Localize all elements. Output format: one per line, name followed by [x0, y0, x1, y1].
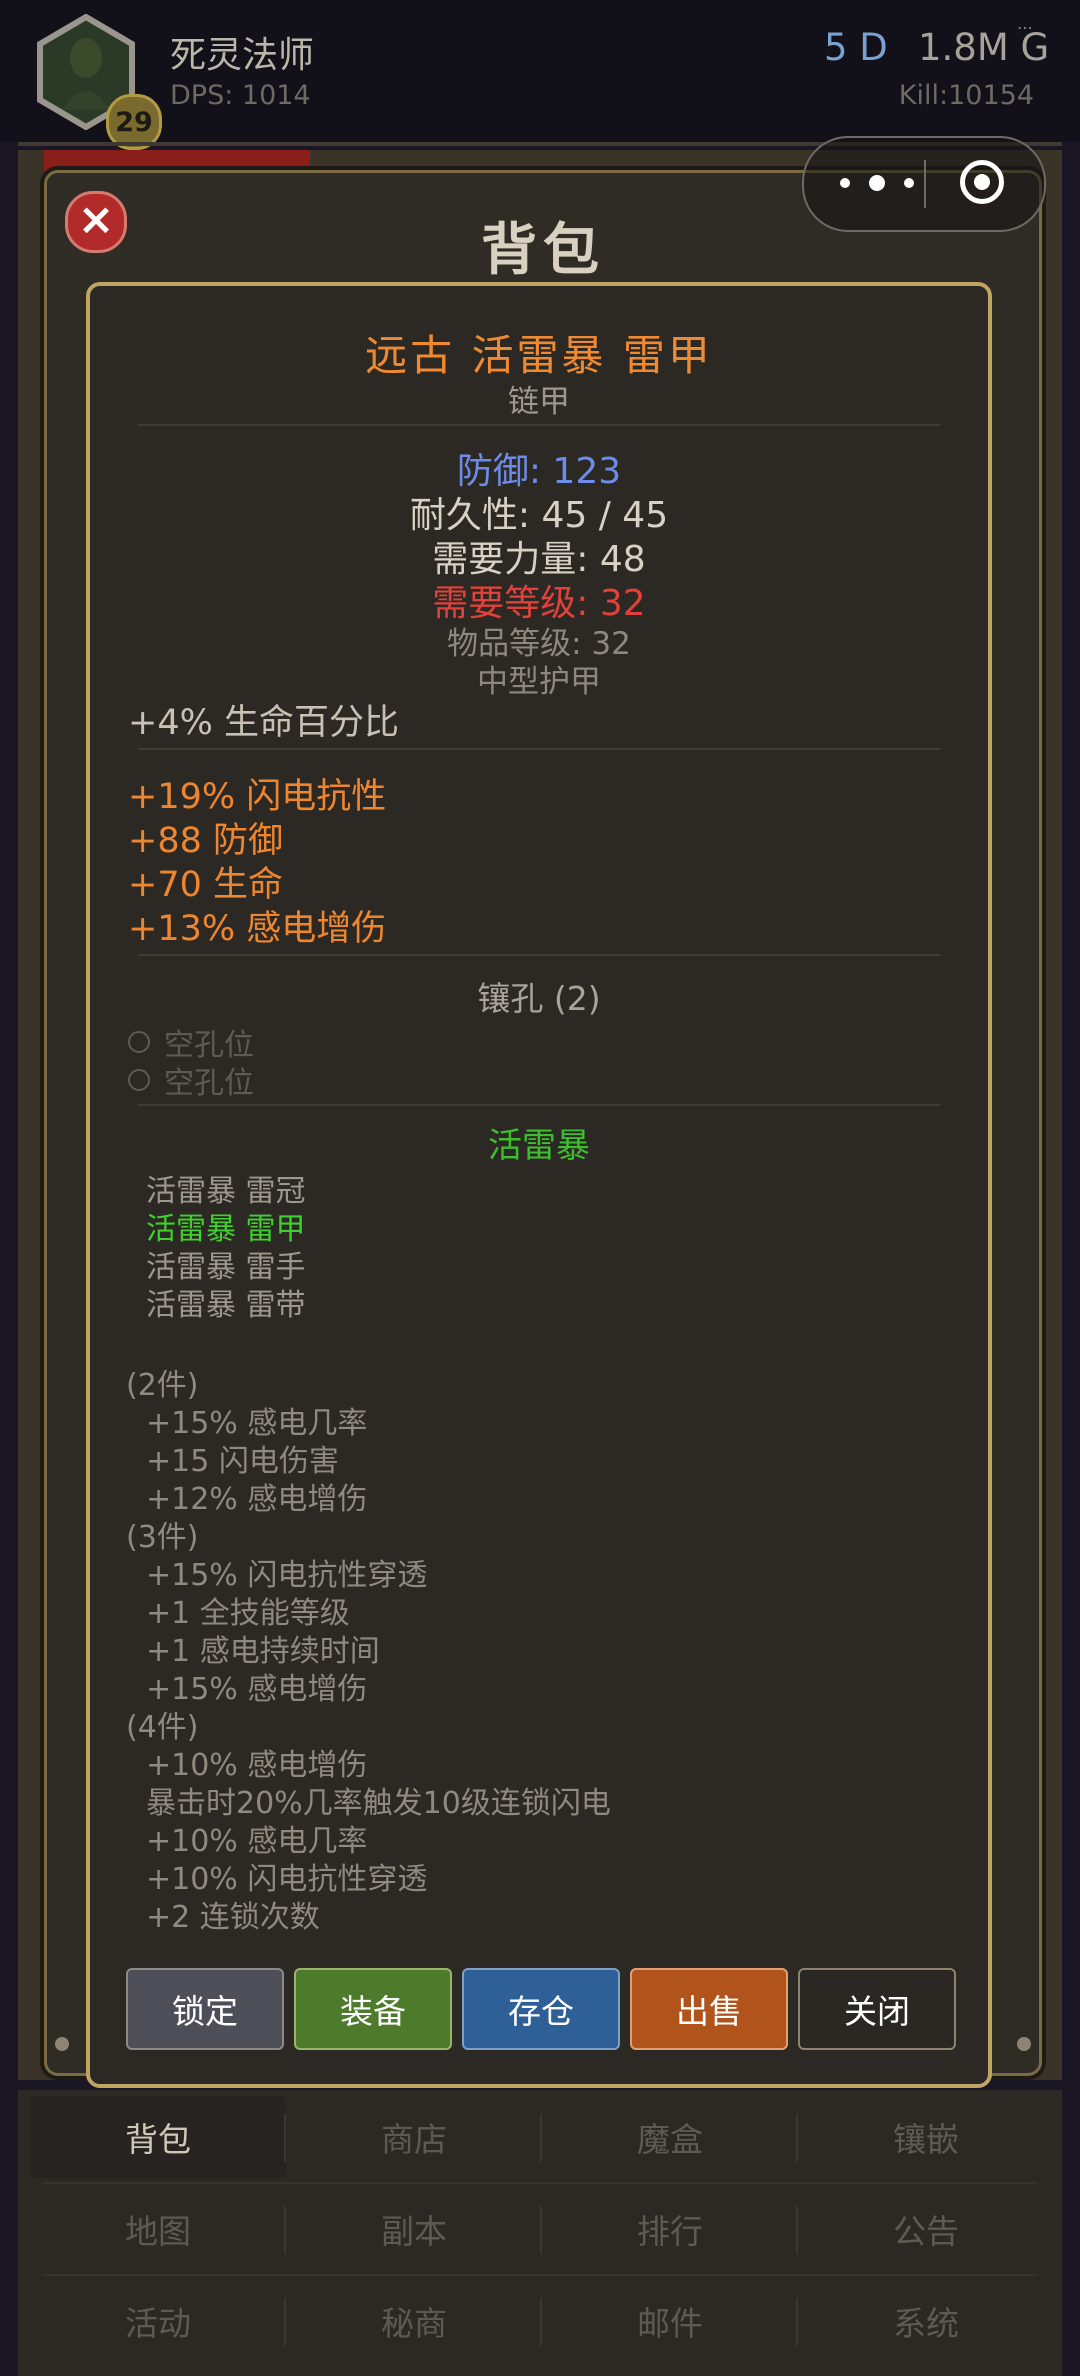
nav-divider	[42, 2274, 1038, 2276]
nav-item-map[interactable]: 地图	[30, 2188, 286, 2270]
nav-item-shop[interactable]: 商店	[286, 2096, 542, 2178]
close-button[interactable]: 关闭	[798, 1968, 956, 2050]
nav-item-events[interactable]: 活动	[30, 2280, 286, 2362]
nav-row: 地图 副本 排行 公告	[18, 2188, 1062, 2270]
divider	[138, 1104, 940, 1106]
dps-readout: DPS: 1014	[170, 80, 311, 111]
stash-button[interactable]: 存仓	[462, 1968, 620, 2050]
affix-line: +13% 感电增伤	[128, 909, 387, 949]
sockets-title: 镶孔 (2)	[477, 979, 601, 1018]
capsule-divider	[924, 160, 926, 208]
nav-item-cube[interactable]: 魔盒	[542, 2096, 798, 2178]
nav-row: 活动 秘商 邮件 系统	[18, 2280, 1062, 2362]
nav-item-system[interactable]: 系统	[798, 2280, 1054, 2362]
set-bonus-line: +2 连锁次数	[146, 1900, 320, 1935]
exit-target-icon[interactable]	[960, 160, 1004, 204]
nav-item-backpack[interactable]: 背包	[30, 2096, 286, 2178]
divider	[138, 424, 940, 426]
lock-button[interactable]: 锁定	[126, 1968, 284, 2050]
nav-item-ranking[interactable]: 排行	[542, 2188, 798, 2270]
more-options-icon[interactable]	[840, 166, 914, 200]
nav-item-dungeon[interactable]: 副本	[286, 2188, 542, 2270]
rivet-decoration	[55, 2037, 69, 2051]
more-dots-icon: ⋯	[1017, 18, 1033, 37]
socket-ring-icon	[128, 1031, 150, 1053]
nav-item-announcement[interactable]: 公告	[798, 2188, 1054, 2270]
rivet-decoration	[1017, 2037, 1031, 2051]
divider	[138, 954, 940, 956]
days-counter: 5 D	[824, 26, 888, 69]
nav-item-mail[interactable]: 邮件	[542, 2280, 798, 2362]
empty-socket: 空孔位	[128, 1058, 254, 1102]
set-title: 活雷暴	[488, 1126, 590, 1166]
nav-item-socketing[interactable]: 镶嵌	[798, 2096, 1054, 2178]
nav-divider	[42, 2182, 1038, 2184]
item-detail-card: 远古 活雷暴 雷甲 链甲 防御: 123 耐久性: 45 / 45 需要力量: …	[86, 282, 992, 2088]
set-piece: 活雷暴 雷带	[146, 1288, 306, 1323]
implicit-mod: +4% 生命百分比	[128, 703, 399, 743]
character-name: 死灵法师	[170, 35, 315, 76]
equip-button[interactable]: 装备	[294, 1968, 452, 2050]
bottom-navigation: 背包 商店 魔盒 镶嵌 地图 副本 排行 公告 活动 秘商 邮件 系统	[18, 2090, 1062, 2376]
miniprogram-capsule	[802, 136, 1046, 232]
socket-label: 空孔位	[164, 1066, 254, 1101]
top-status-bar: 29 死灵法师 DPS: 1014 5 D 1.8M G ⋯ Kill:1015…	[0, 0, 1080, 150]
nav-item-secret-merchant[interactable]: 秘商	[286, 2280, 542, 2362]
item-name: 远古 活雷暴 雷甲	[365, 331, 713, 380]
avatar[interactable]: 29	[36, 14, 162, 150]
item-type: 链甲	[508, 384, 570, 420]
socket-ring-icon	[128, 1069, 150, 1091]
sell-button[interactable]: 出售	[630, 1968, 788, 2050]
divider	[138, 748, 940, 750]
nav-row: 背包 商店 魔盒 镶嵌	[18, 2096, 1062, 2178]
kill-counter: Kill:10154	[898, 80, 1034, 111]
